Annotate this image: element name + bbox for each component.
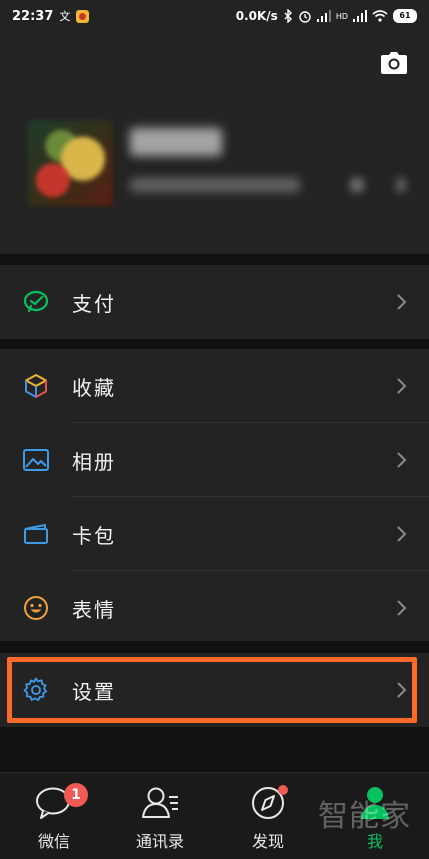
chevron-right-icon	[397, 378, 407, 394]
status-bar: 22:37 文 0.0K/s HD 61	[0, 0, 429, 32]
signal-icon-2	[353, 10, 367, 22]
chevron-right-icon	[397, 452, 407, 468]
signal-icon	[316, 10, 331, 22]
menu-item-label: 收藏	[72, 375, 116, 400]
pay-icon	[22, 288, 50, 316]
menu-item-cards[interactable]: 卡包	[0, 497, 429, 571]
chevron-right-icon	[397, 526, 407, 542]
menu-item-album[interactable]: 相册	[0, 423, 429, 497]
status-time: 22:37	[12, 8, 54, 24]
card-wallet-icon	[22, 520, 50, 548]
smiley-icon	[22, 594, 50, 622]
translate-icon: 文	[59, 10, 71, 23]
favorites-cube-icon	[22, 372, 50, 400]
menu-item-pay[interactable]: 支付	[0, 265, 429, 339]
chevron-right-icon	[397, 600, 407, 616]
avatar[interactable]	[27, 120, 113, 206]
menu-item-favorites[interactable]: 收藏	[0, 349, 429, 423]
profile-chevron-icon	[396, 178, 406, 192]
tab-chats[interactable]: 1 微信	[14, 773, 94, 859]
bottom-tab-bar: 1 微信 通讯录 发现 我 智能家	[0, 772, 429, 859]
weibo-notification-icon	[76, 9, 90, 23]
alarm-icon	[299, 11, 311, 23]
menu-item-label: 支付	[72, 291, 116, 316]
wechat-id-blurred	[130, 178, 300, 192]
tab-contacts[interactable]: 通讯录	[120, 773, 200, 859]
menu-item-label: 表情	[72, 597, 116, 622]
camera-icon[interactable]	[381, 52, 407, 74]
watermark-text: 智能家	[318, 799, 411, 834]
album-icon	[22, 446, 50, 474]
tab-label: 发现	[251, 832, 284, 851]
tab-discover[interactable]: 发现	[228, 773, 308, 859]
tab-label: 通讯录	[135, 832, 184, 851]
qr-code-icon[interactable]	[350, 178, 364, 192]
bluetooth-icon	[284, 9, 292, 23]
signal-type: HD	[335, 11, 348, 21]
battery-indicator: 61	[393, 9, 417, 23]
wifi-icon	[372, 10, 388, 22]
profile-header[interactable]	[0, 32, 429, 254]
contacts-icon	[142, 787, 178, 818]
features-group: 收藏 相册 卡包 表情	[0, 349, 429, 641]
pay-group: 支付	[0, 265, 429, 339]
tab-label: 微信	[37, 832, 70, 851]
status-right: 0.0K/s HD 61	[236, 9, 417, 23]
menu-item-label: 相册	[72, 449, 116, 474]
new-content-dot	[278, 785, 288, 795]
menu-item-label: 卡包	[72, 523, 116, 548]
menu-item-stickers[interactable]: 表情	[0, 571, 429, 645]
settings-highlight-box	[7, 657, 417, 723]
unread-badge: 1	[64, 783, 88, 807]
nickname-blurred	[130, 128, 222, 156]
chevron-right-icon	[397, 294, 407, 310]
network-speed: 0.0K/s	[235, 9, 278, 23]
